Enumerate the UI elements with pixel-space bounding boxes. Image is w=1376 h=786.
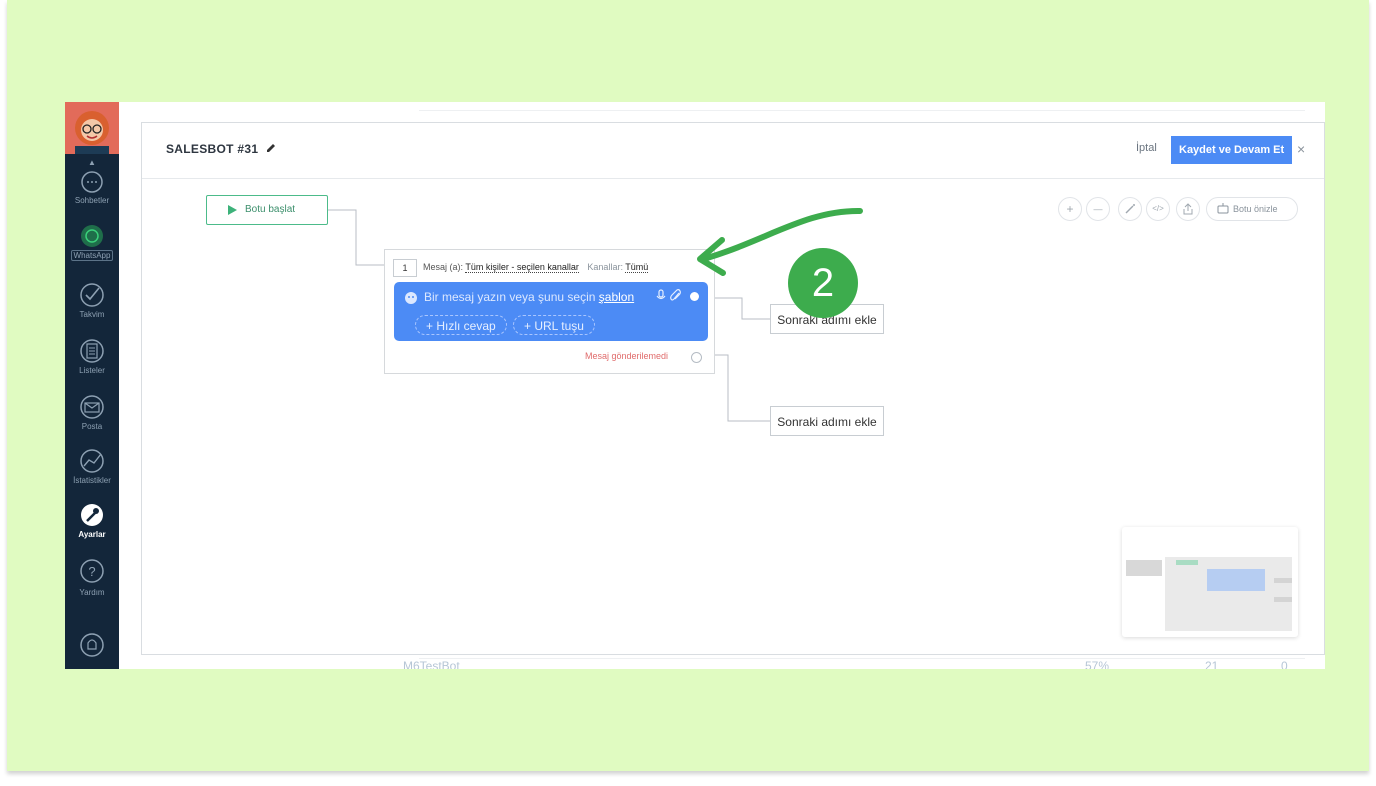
step-badge: 2 [788, 248, 858, 318]
annotation-arrow [697, 207, 863, 276]
screenshot-frame: ▲ Sohbetler WhatsApp Takvim Listeler Pos… [7, 0, 1369, 771]
